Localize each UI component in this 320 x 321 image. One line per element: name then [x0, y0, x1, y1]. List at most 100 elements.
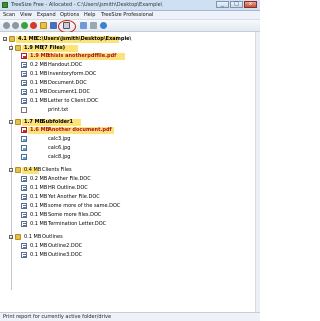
tree-file[interactable]: calc8.jpg [15, 154, 245, 161]
tree-file[interactable]: 0.1 MB Document.DOC [15, 80, 245, 87]
tree-file[interactable]: 0.1 MB Document1.DOC [15, 89, 245, 96]
menu-help[interactable]: Help [84, 12, 95, 18]
tree-file[interactable]: 0.1 MB Letter to Client.DOC [15, 98, 245, 105]
file-name: Document1.DOC [48, 89, 90, 95]
tree-file[interactable]: calc6.jpg [15, 145, 245, 152]
collapse-icon[interactable]: − [9, 120, 13, 124]
tree-file[interactable]: 0.2 MB Handout.DOC [15, 62, 245, 69]
tree-file[interactable]: 0.1 MB Outline3.DOC [15, 252, 245, 259]
collapse-icon[interactable]: − [9, 235, 13, 239]
tree-folder-outlines[interactable]: − 0.1 MB Outlines [9, 234, 249, 241]
menu-view[interactable]: View [20, 12, 32, 18]
save-icon[interactable] [50, 22, 57, 29]
doc-file-icon [21, 185, 27, 191]
forward-icon[interactable] [12, 22, 19, 29]
menu-expand[interactable]: Expand [37, 12, 56, 18]
pdf-file-icon [21, 53, 27, 59]
menu-scan[interactable]: Scan [3, 12, 15, 18]
folder-name: Clients Files [42, 167, 72, 173]
title-bar: TreeSize Free - Allocated - C:\Users\jsm… [0, 0, 260, 11]
file-name: thisis anotherpdffile.pdf [48, 53, 117, 59]
file-size: 0.1 MB [30, 203, 48, 209]
vertical-scrollbar[interactable] [255, 32, 260, 312]
file-name: Some more files.DOC [48, 212, 102, 218]
file-size: 1.6 MB [30, 127, 50, 133]
info-icon[interactable] [100, 22, 107, 29]
file-size: 0.1 MB [30, 221, 48, 227]
file-name: Outline3.DOC [48, 252, 83, 258]
tree-folder-clients-files[interactable]: − 0.4 MB Clients Files [9, 167, 249, 174]
tree-file[interactable]: 0.1 MB Some more files.DOC [15, 212, 245, 219]
root-size: 4.1 MB [18, 36, 38, 42]
folder-tree[interactable]: − 4.1 MB C:\Users\jsmith\Desktop\Example… [0, 32, 256, 312]
folder-icon [9, 36, 15, 42]
doc-file-icon [21, 89, 27, 95]
sort-icon[interactable] [90, 22, 97, 29]
file-name: Outline2.DOC [48, 243, 83, 249]
tree-file[interactable]: 0.1 MB Termination Letter.DOC [15, 221, 245, 228]
collapse-icon[interactable]: − [3, 37, 7, 41]
file-name: calc8.jpg [48, 154, 71, 160]
doc-file-icon [21, 194, 27, 200]
menu-bar: Scan View Expand Options Help TreeSize P… [0, 11, 260, 20]
file-name: Document.DOC [48, 80, 87, 86]
file-size: 0.1 MB [30, 89, 48, 95]
toolbar [0, 20, 260, 32]
doc-file-icon [21, 80, 27, 86]
folder-icon [15, 167, 21, 173]
tree-file[interactable]: 0.2 MB Another File.DOC [15, 176, 245, 183]
file-name: calc6.jpg [48, 145, 71, 151]
image-file-icon [21, 145, 27, 151]
collapse-icon[interactable]: − [9, 168, 13, 172]
folder-name: (7 Files) [42, 45, 66, 51]
file-name: Handout.DOC [48, 62, 83, 68]
image-file-icon [21, 136, 27, 142]
tree-file[interactable]: 0.1 MB some more of the same.DOC [15, 203, 245, 210]
tree-file[interactable]: 0.1 MB Inventoryform.DOC [15, 71, 245, 78]
stop-icon[interactable] [30, 22, 37, 29]
file-name: Letter to Client.DOC [48, 98, 99, 104]
folder-icon [15, 119, 21, 125]
tree-folder-subfolder1[interactable]: − 1.7 MB Subfolder1 [9, 119, 249, 126]
text-file-icon [21, 107, 27, 113]
file-name: HR Outline.DOC [48, 185, 88, 191]
menu-treesize-professional[interactable]: TreeSize Professional [101, 12, 153, 18]
folder-size: 1.7 MB [24, 119, 44, 125]
tree-root[interactable]: − 4.1 MB C:\Users\jsmith\Desktop\Example… [3, 36, 253, 43]
folder-name: Outlines [42, 234, 63, 240]
tree-folder-files[interactable]: − 1.9 MB (7 Files) [9, 45, 249, 52]
file-size: 0.1 MB [30, 185, 48, 191]
back-icon[interactable] [3, 22, 10, 29]
file-name: Another document.pdf [48, 127, 112, 133]
image-file-icon [21, 154, 27, 160]
collapse-icon[interactable]: − [9, 46, 13, 50]
refresh-icon[interactable] [21, 22, 28, 29]
doc-file-icon [21, 98, 27, 104]
menu-options[interactable]: Options [60, 12, 79, 18]
chart-icon[interactable] [80, 22, 87, 29]
folder-size: 0.1 MB [24, 234, 42, 240]
folder-size: 0.4 MB [24, 167, 42, 173]
folder-icon[interactable] [40, 22, 47, 29]
folder-icon [15, 45, 21, 51]
tree-file[interactable]: print.txt [15, 107, 245, 114]
status-text: Print report for currently active folder… [3, 314, 112, 320]
tree-file[interactable]: calc3.jpg [15, 136, 245, 143]
file-size: 0.2 MB [30, 176, 48, 182]
tree-file[interactable]: 1.9 MB thisis anotherpdffile.pdf [15, 53, 245, 60]
minimize-button[interactable]: _ [216, 1, 229, 8]
file-size: 0.1 MB [30, 194, 48, 200]
treesize-app-icon [2, 2, 8, 8]
tree-file[interactable]: 0.1 MB HR Outline.DOC [15, 185, 245, 192]
close-button[interactable]: x [244, 1, 257, 8]
doc-file-icon [21, 62, 27, 68]
app-window: TreeSize Free - Allocated - C:\Users\jsm… [0, 0, 260, 321]
maximize-button[interactable]: □ [230, 1, 243, 8]
tree-file[interactable]: 0.1 MB Outline2.DOC [15, 243, 245, 250]
file-name: some more of the same.DOC [48, 203, 121, 209]
file-size: 0.2 MB [30, 62, 48, 68]
doc-file-icon [21, 212, 27, 218]
tree-file[interactable]: 1.6 MB Another document.pdf [15, 127, 245, 134]
tree-file[interactable]: 0.1 MB Yet Another File.DOC [15, 194, 245, 201]
doc-file-icon [21, 71, 27, 77]
